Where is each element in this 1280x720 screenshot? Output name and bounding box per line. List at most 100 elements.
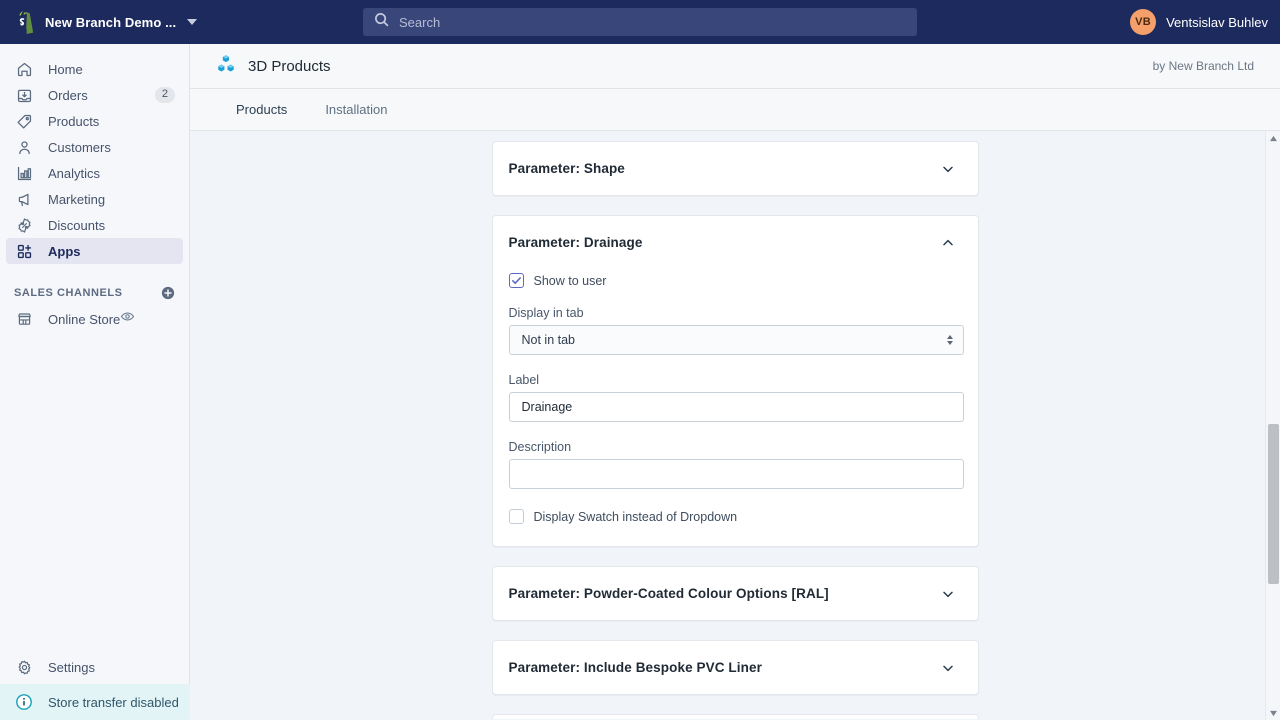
- sidebar-item-label: Products: [48, 113, 100, 129]
- sidebar-bottom: Settings Store transfer disabled: [0, 650, 190, 720]
- label-input[interactable]: Drainage: [508, 392, 964, 422]
- main-region: 3D Products by New Branch Ltd Products I…: [190, 44, 1280, 720]
- app-title-wrap: 3D Products: [216, 54, 331, 79]
- show-to-user-checkbox[interactable]: [508, 273, 524, 288]
- display-swatch-row[interactable]: Display Swatch instead of Dropdown: [508, 509, 962, 524]
- scrollbar-thumb[interactable]: [1268, 424, 1279, 584]
- sidebar-item-products[interactable]: Products: [6, 108, 183, 134]
- sidebar-item-label: Apps: [48, 243, 81, 259]
- parameter-title: Parameter: Include Bespoke PVC Liner: [508, 660, 762, 675]
- orders-count-badge: 2: [154, 86, 175, 104]
- apps-grid-icon: [14, 241, 34, 261]
- sidebar-item-customers[interactable]: Customers: [6, 134, 183, 160]
- search-input[interactable]: Search: [363, 8, 917, 36]
- parameter-card-header[interactable]: Parameter: Shape: [493, 142, 978, 195]
- parameter-card-header[interactable]: Parameter: Length: [493, 715, 978, 719]
- shopify-logo-icon: [14, 10, 36, 34]
- scroll-up-arrow-icon[interactable]: [1266, 131, 1280, 145]
- display-swatch-checkbox[interactable]: [508, 509, 524, 524]
- search-icon: [374, 12, 389, 32]
- sidebar-item-label: Home: [48, 61, 83, 77]
- app-header: 3D Products by New Branch Ltd: [190, 44, 1280, 89]
- display-in-tab-select[interactable]: Not in tab: [508, 325, 964, 355]
- info-circle-icon: [14, 692, 34, 712]
- parameter-card-body: Show to user Display in tab Not in tab L…: [493, 273, 978, 546]
- show-to-user-row[interactable]: Show to user: [508, 273, 962, 288]
- sidebar-item-online-store[interactable]: Online Store: [6, 306, 183, 332]
- display-in-tab-label: Display in tab: [508, 306, 584, 320]
- sidebar-item-label: Online Store: [48, 311, 121, 327]
- sidebar-item-label: Analytics: [48, 165, 101, 181]
- parameter-card-length: Parameter: Length: [491, 714, 979, 719]
- eye-icon[interactable]: [120, 309, 135, 329]
- parameter-card-header[interactable]: Parameter: Drainage: [493, 216, 978, 269]
- discounts-percent-icon: [14, 215, 34, 235]
- parameters-list: Parameter: Shape Parameter: Drainage Sho…: [190, 131, 1280, 719]
- show-to-user-label: Show to user: [533, 273, 607, 288]
- sidebar-item-home[interactable]: Home: [6, 56, 183, 82]
- plus-circle-icon[interactable]: [161, 286, 175, 300]
- parameter-title: Parameter: Shape: [508, 161, 625, 176]
- tab-label: Installation: [325, 102, 388, 117]
- parameter-title: Parameter: Drainage: [508, 235, 643, 250]
- parameter-card-powder-coated-colour-options: Parameter: Powder-Coated Colour Options …: [491, 566, 979, 621]
- chevron-down-icon[interactable]: [940, 660, 956, 676]
- gear-icon: [14, 657, 34, 677]
- display-swatch-label: Display Swatch instead of Dropdown: [533, 509, 738, 524]
- description-input[interactable]: [508, 459, 964, 489]
- sidebar-item-settings[interactable]: Settings: [6, 650, 184, 684]
- marketing-megaphone-icon: [14, 189, 34, 209]
- tab-label: Products: [236, 102, 288, 117]
- parameter-card-shape: Parameter: Shape: [491, 141, 979, 196]
- description-field-label: Description: [508, 440, 572, 454]
- sidebar-item-analytics[interactable]: Analytics: [6, 160, 183, 186]
- analytics-bar-icon: [14, 163, 34, 183]
- three-cubes-icon: [216, 54, 236, 79]
- label-input-value: Drainage: [521, 400, 573, 414]
- customers-icon: [14, 137, 34, 157]
- sales-channels-title: SALES CHANNELS: [14, 287, 123, 299]
- sidebar-item-store-transfer[interactable]: Store transfer disabled: [0, 684, 190, 720]
- chevron-down-icon[interactable]: [940, 586, 956, 602]
- content-scrollbar[interactable]: [1265, 131, 1280, 720]
- sidebar-item-discounts[interactable]: Discounts: [6, 212, 183, 238]
- sidebar-item-label: Customers: [48, 139, 111, 155]
- sidebar-item-label: Orders: [48, 87, 88, 103]
- app-tabbar: Products Installation: [190, 89, 1280, 131]
- tab-installation[interactable]: Installation: [311, 89, 401, 131]
- sales-channels-header: SALES CHANNELS: [6, 280, 183, 306]
- sidebar-item-label: Store transfer disabled: [48, 694, 179, 710]
- chevron-down-icon[interactable]: [940, 161, 956, 177]
- select-spinner-icon: [946, 335, 953, 345]
- parameter-title: Parameter: Powder-Coated Colour Options …: [508, 586, 829, 601]
- products-tag-icon: [14, 111, 34, 131]
- sidebar-item-label: Discounts: [48, 217, 106, 233]
- chevron-up-icon[interactable]: [940, 235, 956, 251]
- parameter-card-header[interactable]: Parameter: Powder-Coated Colour Options …: [493, 567, 978, 620]
- sidebar-item-apps[interactable]: Apps: [6, 238, 183, 264]
- store-switcher[interactable]: New Branch Demo ...: [0, 0, 211, 44]
- sidebar: Home Orders 2 Products Customers Analyti…: [0, 44, 190, 720]
- parameter-card-include-bespoke-pvc-liner: Parameter: Include Bespoke PVC Liner: [491, 640, 979, 695]
- content-scroll-area[interactable]: Parameter: Shape Parameter: Drainage Sho…: [190, 131, 1280, 719]
- sidebar-item-marketing[interactable]: Marketing: [6, 186, 183, 212]
- chevron-down-icon: [187, 19, 198, 25]
- description-field-group: Description: [508, 440, 964, 489]
- store-name: New Branch Demo ...: [45, 14, 177, 30]
- parameter-card-header[interactable]: Parameter: Include Bespoke PVC Liner: [493, 641, 978, 694]
- app-byline: by New Branch Ltd: [1152, 59, 1254, 73]
- sidebar-item-orders[interactable]: Orders 2: [6, 82, 183, 108]
- home-icon: [14, 59, 34, 79]
- user-menu[interactable]: VB Ventsislav Buhlev: [1130, 0, 1268, 44]
- scroll-down-arrow-icon[interactable]: [1266, 706, 1280, 720]
- avatar: VB: [1130, 9, 1157, 35]
- primary-nav: Home Orders 2 Products Customers Analyti…: [0, 44, 189, 332]
- sidebar-item-label: Settings: [48, 659, 95, 675]
- parameter-card-drainage: Parameter: Drainage Show to user Display…: [491, 215, 979, 547]
- tab-products[interactable]: Products: [222, 89, 301, 131]
- online-store-icon: [14, 309, 34, 329]
- sidebar-item-label: Marketing: [48, 191, 106, 207]
- orders-icon: [14, 85, 34, 105]
